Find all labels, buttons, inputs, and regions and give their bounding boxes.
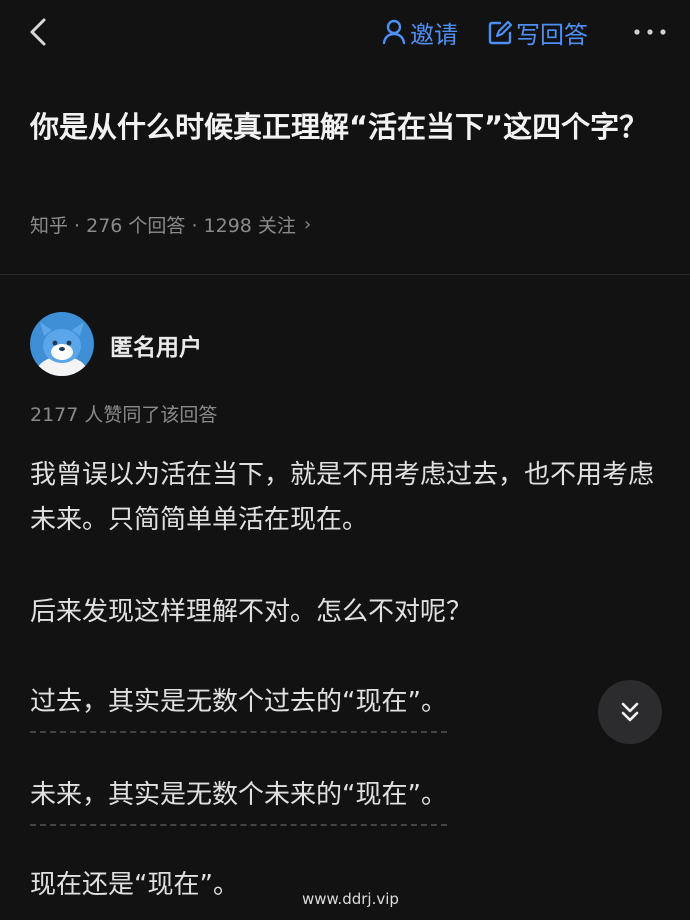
invite-button[interactable]: 邀请 (382, 14, 458, 50)
author-name[interactable]: 匿名用户 (110, 328, 202, 362)
highlighted-text[interactable]: 过去，其实是无数个过去的“现在”。 (30, 680, 447, 733)
more-button[interactable] (630, 14, 670, 50)
answer-paragraph: 未来，其实是无数个未来的“现在”。 (30, 773, 660, 826)
top-bar: 邀请 写回答 (0, 0, 690, 64)
chevron-left-icon (30, 18, 46, 46)
more-icon (634, 29, 666, 35)
divider (0, 274, 690, 275)
scroll-down-button[interactable] (598, 680, 662, 744)
answer-paragraph: 后来发现这样理解不对。怎么不对呢？ (30, 597, 473, 627)
question-meta[interactable]: 知乎 · 276 个回答 · 1298 关注 › (30, 208, 311, 240)
answer-paragraph: 我曾误以为活在当下，就是不用考虑过去，也不用考虑未来。只简简单单活在现在。 (30, 460, 655, 535)
back-button[interactable] (22, 14, 56, 50)
person-icon (382, 19, 406, 45)
write-answer-label: 写回答 (516, 20, 588, 49)
avatar[interactable] (30, 312, 94, 376)
anonymous-avatar-icon (30, 312, 94, 376)
zhihu-answer-page: 邀请 写回答 你是从什么时候真正理解“活在当下”这四个字？ 知乎 · 276 个… (0, 0, 690, 920)
invite-label: 邀请 (410, 20, 458, 49)
answer-paragraph: 过去，其实是无数个过去的“现在”。 (30, 680, 660, 733)
vote-count: 2177 人赞同了该回答 (30, 404, 218, 426)
double-chevron-down-icon (621, 702, 639, 722)
write-answer-button[interactable]: 写回答 (488, 14, 588, 50)
watermark: www.ddrj.vip (302, 890, 399, 908)
question-meta-text: 知乎 · 276 个回答 · 1298 关注 (30, 214, 296, 237)
edit-icon (488, 20, 512, 45)
chevron-right-icon: › (303, 213, 312, 235)
highlighted-text[interactable]: 未来，其实是无数个未来的“现在”。 (30, 773, 447, 826)
question-title[interactable]: 你是从什么时候真正理解“活在当下”这四个字？ (30, 103, 660, 151)
